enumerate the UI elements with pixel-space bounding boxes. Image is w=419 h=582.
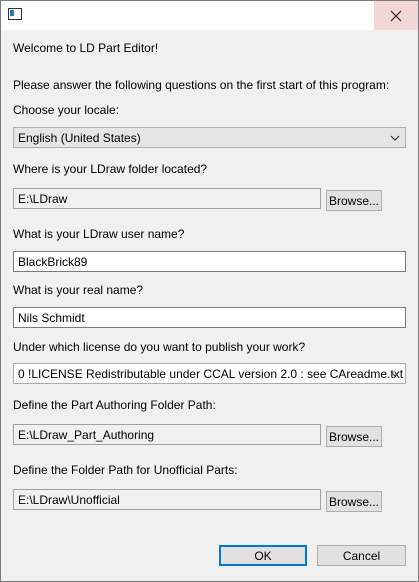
app-window-icon — [8, 8, 22, 20]
welcome-text: Welcome to LD Part Editor! — [13, 41, 159, 55]
unofficial-folder-field[interactable] — [13, 489, 321, 510]
cancel-button[interactable]: Cancel — [317, 545, 406, 566]
license-value: 0 !LICENSE Redistributable under CCAL ve… — [18, 367, 404, 381]
close-icon — [390, 10, 402, 21]
close-button[interactable] — [374, 1, 418, 30]
unofficial-folder-label: Define the Folder Path for Unofficial Pa… — [13, 463, 238, 477]
license-label: Under which license do you want to publi… — [13, 340, 306, 354]
real-name-label: What is your real name? — [13, 283, 144, 297]
ldraw-folder-browse-button[interactable]: Browse... — [326, 190, 382, 211]
intro-text: Please answer the following questions on… — [13, 78, 390, 92]
title-bar — [1, 1, 418, 30]
locale-select[interactable]: English (United States) — [13, 127, 406, 148]
user-name-label: What is your LDraw user name? — [13, 227, 185, 241]
chevron-down-icon — [390, 371, 400, 377]
real-name-input[interactable] — [18, 310, 401, 325]
authoring-folder-label: Define the Part Authoring Folder Path: — [13, 398, 216, 412]
ok-button[interactable]: OK — [219, 545, 307, 566]
chevron-down-icon — [390, 135, 400, 141]
authoring-folder-input[interactable] — [18, 427, 316, 442]
authoring-folder-field[interactable] — [13, 424, 321, 445]
user-name-input[interactable] — [18, 254, 401, 269]
license-select[interactable]: 0 !LICENSE Redistributable under CCAL ve… — [13, 363, 406, 384]
user-name-field[interactable] — [13, 251, 406, 272]
locale-label: Choose your locale: — [13, 103, 120, 117]
ldraw-folder-field[interactable] — [13, 188, 321, 209]
authoring-folder-browse-button[interactable]: Browse... — [326, 426, 382, 447]
unofficial-folder-browse-button[interactable]: Browse... — [326, 491, 382, 512]
real-name-field[interactable] — [13, 307, 406, 328]
locale-value: English (United States) — [18, 131, 141, 145]
setup-dialog: Welcome to LD Part Editor! Please answer… — [0, 0, 419, 582]
ldraw-folder-input[interactable] — [18, 191, 316, 206]
ldraw-folder-label: Where is your LDraw folder located? — [13, 162, 208, 176]
unofficial-folder-input[interactable] — [18, 492, 316, 507]
